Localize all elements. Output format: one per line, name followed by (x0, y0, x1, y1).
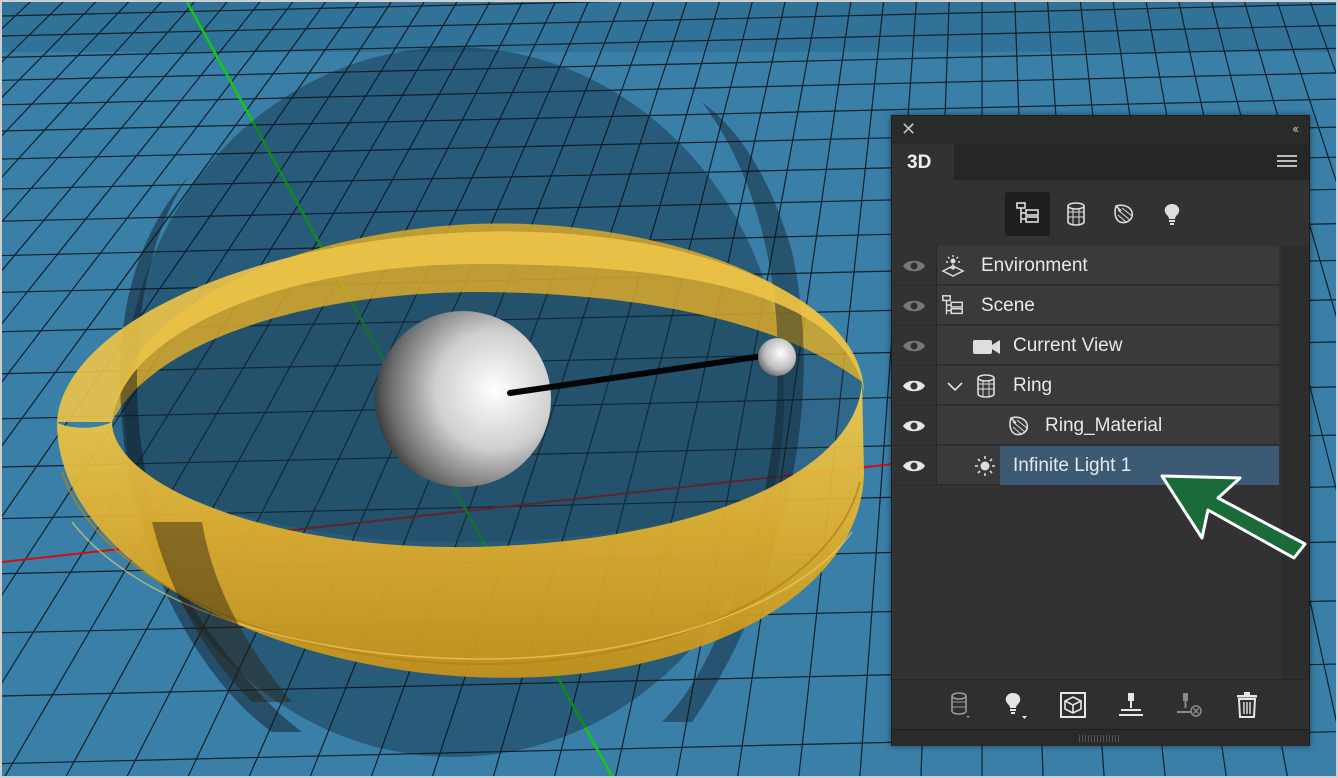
visibility-toggle[interactable] (892, 366, 936, 405)
eye-icon (903, 420, 925, 431)
remove-constraint-button[interactable] (1174, 690, 1204, 720)
tab-strip: 3D (892, 144, 1309, 180)
eye-icon (903, 300, 925, 311)
visibility-toggle[interactable] (892, 446, 936, 485)
environment-icon (941, 255, 965, 277)
layer-row-environment[interactable]: Environment (892, 246, 1281, 286)
lights-filter[interactable] (1149, 192, 1194, 236)
tab-3d[interactable]: 3D (892, 144, 954, 180)
sun-light-icon (975, 456, 995, 476)
visibility-toggle[interactable] (892, 286, 936, 325)
cube-icon (1060, 692, 1086, 718)
collapse-icon[interactable]: ‹‹ (1292, 121, 1299, 136)
visibility-toggle[interactable] (892, 406, 936, 445)
scene-layers-list: Environment Scene Current View Ring Ring… (892, 246, 1281, 486)
mesh-icon (1066, 202, 1085, 226)
material-icon (1113, 204, 1133, 224)
layer-label: Ring_Material (1045, 415, 1163, 436)
panel-title-bar: ✕ ‹‹ (892, 116, 1309, 144)
visibility-toggle[interactable] (892, 246, 936, 285)
light-handle-sphere[interactable] (758, 338, 796, 376)
light-bulb-icon (1005, 693, 1027, 719)
delete-button[interactable] (1232, 690, 1262, 720)
render-button[interactable] (1058, 690, 1088, 720)
layer-row-scene[interactable]: Scene (892, 286, 1281, 326)
eye-icon (903, 340, 925, 351)
layer-row-ring-material[interactable]: Ring_Material (892, 406, 1281, 446)
add-mesh-button[interactable] (944, 690, 974, 720)
chevron-down-icon[interactable] (946, 374, 964, 398)
eye-icon (903, 260, 925, 271)
scene-tree-icon (1015, 202, 1039, 223)
meshes-filter[interactable] (1053, 192, 1098, 236)
constraint-remove-icon (1177, 693, 1202, 717)
3d-panel: ✕ ‹‹ 3D Environment Scene Current View R… (891, 115, 1310, 746)
close-icon[interactable]: ✕ (901, 119, 916, 139)
eye-icon (903, 460, 925, 471)
layer-label: Infinite Light 1 (1013, 455, 1132, 476)
layer-row-infinite-light[interactable]: Infinite Light 1 (892, 446, 1281, 486)
layer-row-current-view[interactable]: Current View (892, 326, 1281, 366)
filter-toolbar (892, 180, 1309, 246)
eye-icon (903, 380, 925, 391)
panel-bottom-toolbar (892, 679, 1309, 729)
layer-label: Scene (981, 295, 1035, 316)
ground-plane-icon (1119, 693, 1143, 716)
center-sphere[interactable] (375, 311, 551, 487)
visibility-toggle[interactable] (892, 326, 936, 365)
mesh-icon (977, 374, 995, 398)
drop-to-ground-button[interactable] (1116, 690, 1146, 720)
mesh-icon (951, 692, 970, 718)
layer-label: Current View (1013, 335, 1123, 356)
camera-icon (973, 340, 1000, 354)
whole-scene-filter[interactable] (1005, 192, 1050, 236)
material-icon (1009, 416, 1029, 436)
materials-filter[interactable] (1101, 192, 1146, 236)
trash-icon (1237, 692, 1257, 718)
panel-resize-handle[interactable] (892, 729, 1309, 746)
light-bulb-icon (1164, 204, 1179, 225)
panel-menu-icon[interactable] (1277, 155, 1297, 170)
layer-row-ring[interactable]: Ring (892, 366, 1281, 406)
layer-label: Ring (1013, 375, 1053, 396)
scene-tree-icon (942, 295, 963, 315)
screenshot-frame: ✕ ‹‹ 3D Environment Scene Current View R… (0, 0, 1338, 778)
add-light-button[interactable] (1000, 690, 1030, 720)
layer-label: Environment (981, 255, 1088, 276)
layers-scrollbar[interactable] (1281, 246, 1309, 679)
